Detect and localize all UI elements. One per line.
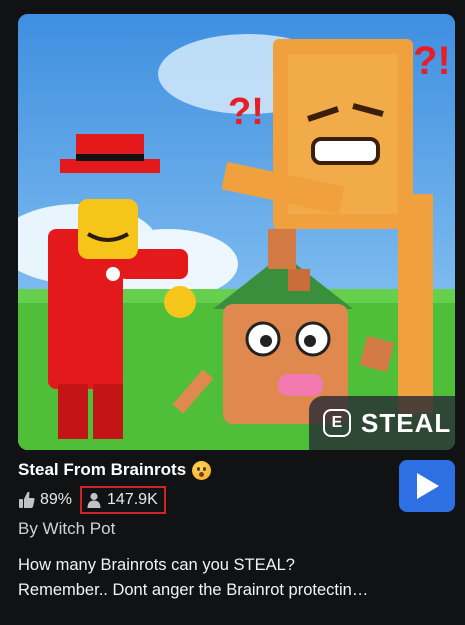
steal-label: STEAL: [361, 407, 452, 438]
steal-keybind-badge: E STEAL: [309, 396, 455, 450]
play-button[interactable]: [399, 460, 455, 512]
game-title-text: Steal From Brainrots: [18, 460, 187, 479]
thumbs-up-icon: [19, 491, 35, 508]
thumbnail-artwork: ?! ?!: [18, 14, 455, 450]
description-line-2: Remember.. Dont anger the Brainrot prote…: [18, 581, 369, 599]
game-card: ?! ?! E STEAL Steal From Brainrots 89% 1…: [0, 0, 465, 625]
svg-text:?!: ?!: [413, 39, 451, 83]
play-icon: [417, 473, 439, 499]
game-stats: 89% 147.9K: [18, 486, 166, 514]
like-ratio: 89%: [18, 491, 72, 509]
player-count-value: 147.9K: [107, 491, 158, 508]
shushing-face-emoji-icon: [192, 460, 212, 480]
game-title[interactable]: Steal From Brainrots: [18, 460, 212, 480]
person-icon: [87, 492, 101, 508]
e-key-icon: E: [323, 409, 351, 437]
creator-link[interactable]: By Witch Pot: [18, 519, 115, 539]
game-description: How many Brainrots can you STEAL? Rememb…: [18, 553, 450, 603]
description-line-1: How many Brainrots can you STEAL?: [18, 556, 295, 574]
player-count: 147.9K: [80, 486, 166, 514]
svg-text:?!: ?!: [228, 91, 264, 133]
game-thumbnail[interactable]: ?! ?! E STEAL: [18, 14, 455, 450]
like-ratio-value: 89%: [40, 491, 73, 508]
